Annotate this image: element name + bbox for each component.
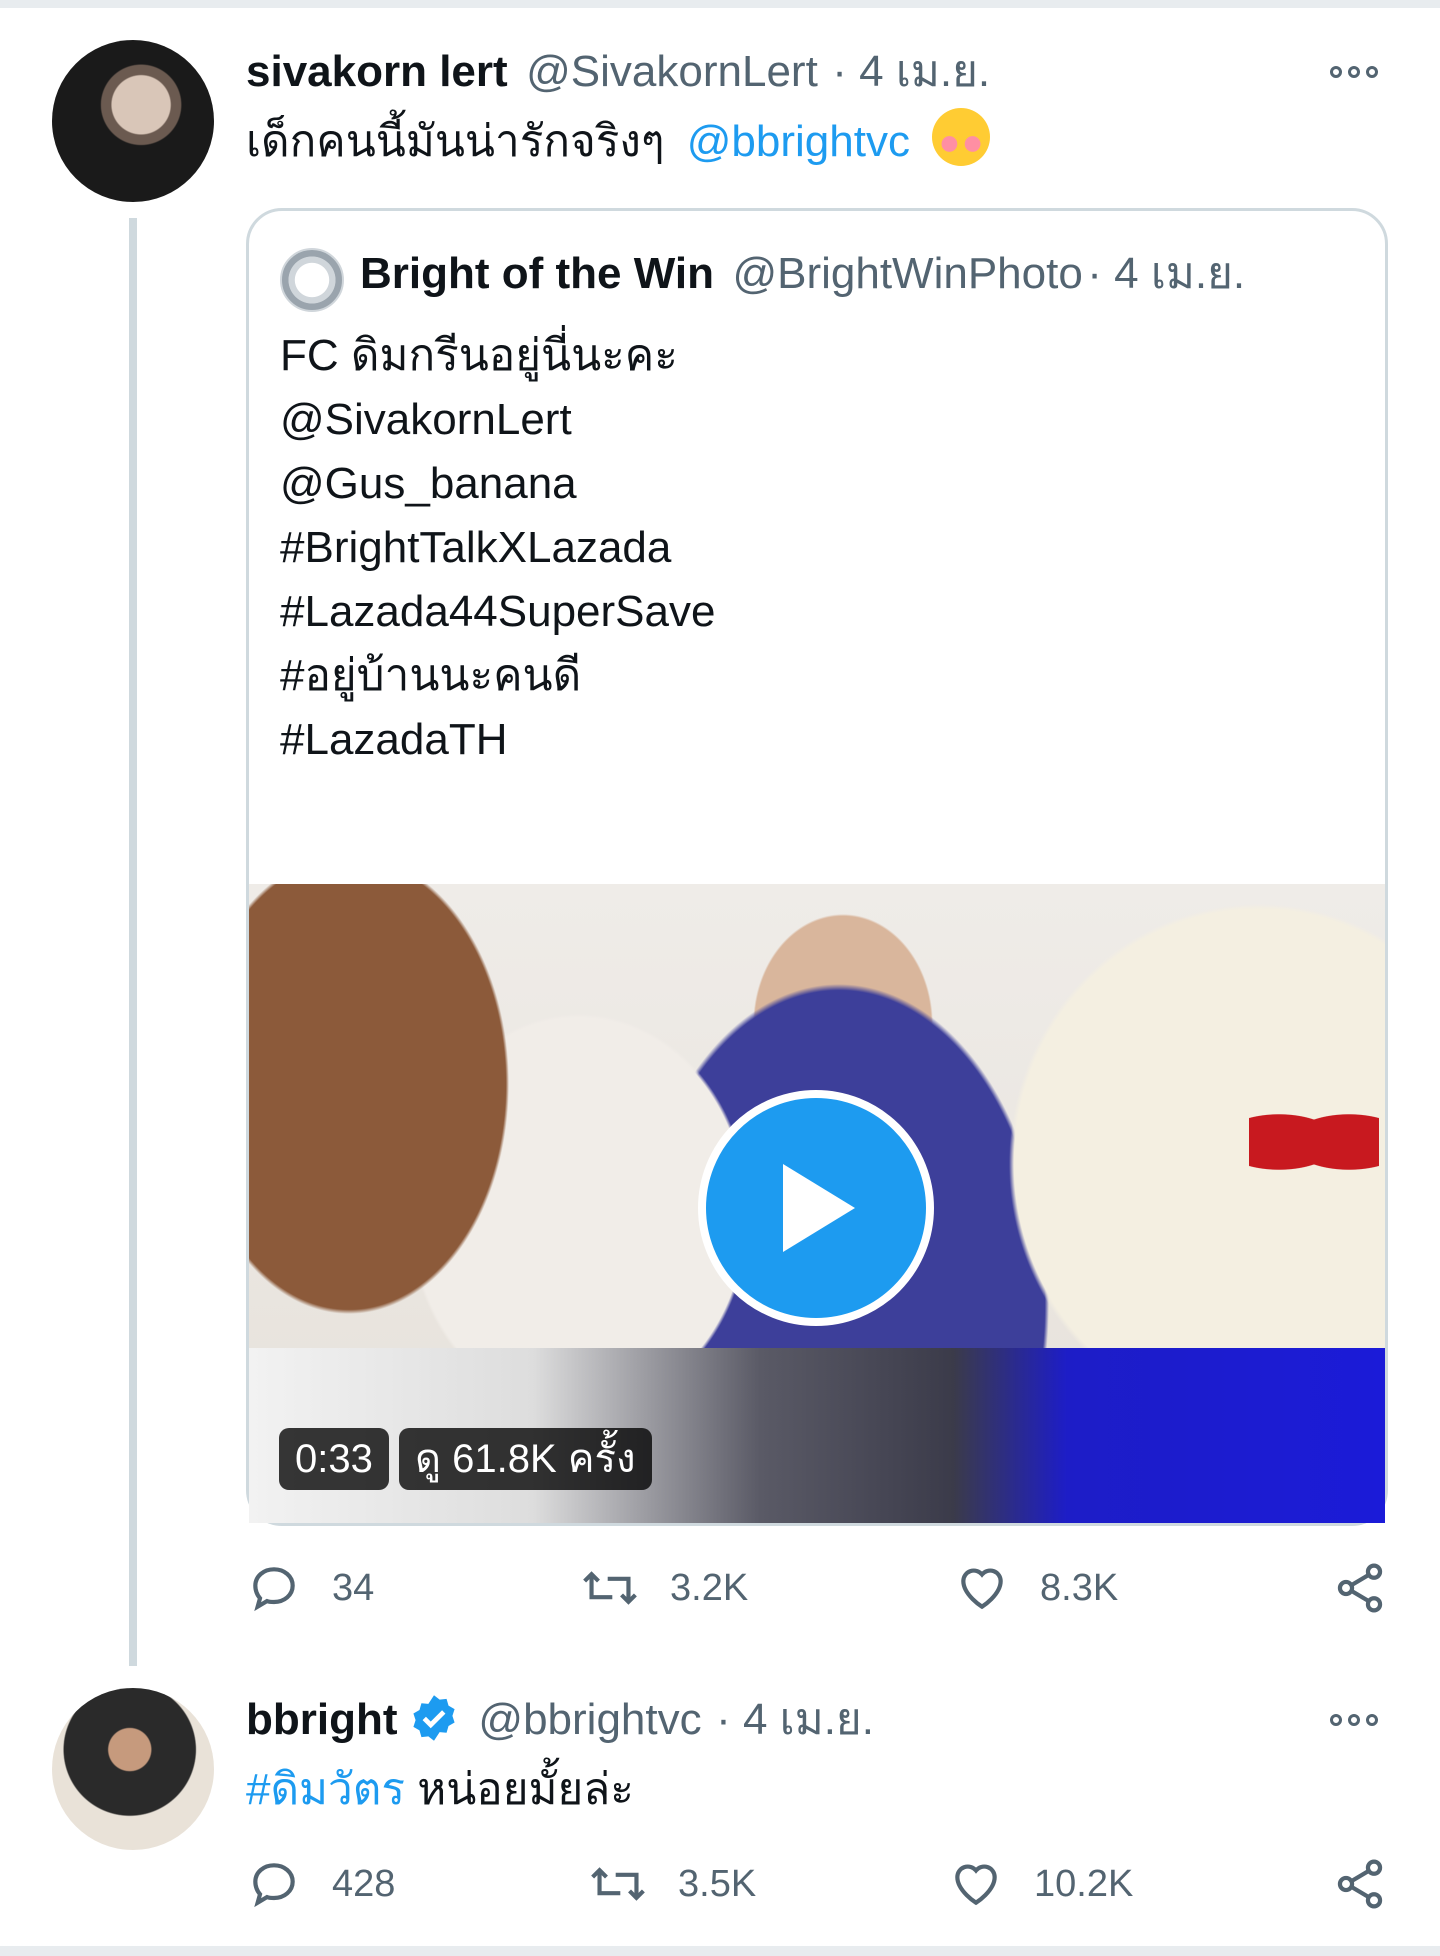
verified-badge-icon [408,1692,460,1744]
bottom-divider [0,1946,1440,1956]
tweet-header: bbright @bbrightvc · 4 เม.ย. [246,1692,874,1748]
hashtag-link[interactable]: #Lazada44SuperSave [280,580,715,644]
share-icon[interactable] [1332,1856,1388,1917]
mention-link[interactable]: @SivakornLert [280,388,715,452]
video-views: ดู 61.8K ครั้ง [399,1428,652,1490]
avatar[interactable] [52,40,214,202]
quoted-display-name[interactable]: Bright of the Win [360,249,714,298]
smiling-face-emoji [932,108,991,166]
reply-icon [253,1863,295,1908]
retweet-icon [583,1571,637,1605]
display-name[interactable]: bbright [246,1695,398,1744]
like-button[interactable]: 10.2K [948,1856,1133,1912]
video-player[interactable]: 0:33 ดู 61.8K ครั้ง [249,884,1385,1523]
display-name[interactable]: sivakorn lert [246,47,508,96]
retweet-button[interactable]: 3.5K [588,1856,756,1912]
reply-count: 34 [332,1566,375,1609]
mention-link[interactable]: @bbrightvc [687,117,910,166]
tweet-text: เด็กคนนี้มันน่ารักจริงๆ @bbrightvc [246,108,991,174]
reply-count: 428 [332,1862,396,1905]
handle[interactable]: @SivakornLert [526,47,818,96]
avatar[interactable] [52,1688,214,1850]
like-count: 10.2K [1034,1862,1134,1905]
tweet-header: sivakorn lert @SivakornLert · 4 เม.ย. [246,44,990,100]
mention-link[interactable]: @Gus_banana [280,452,715,516]
quoted-line: FC ดิมกรีนอยู่นี่นะคะ [280,331,678,380]
retweet-count: 3.5K [678,1862,757,1905]
share-icon[interactable] [1332,1560,1388,1621]
hashtag-link[interactable]: #อยู่บ้านนะคนดี [280,644,715,708]
top-divider [0,0,1440,8]
timestamp[interactable]: · 4 เม.ย. [832,47,990,96]
reply-icon [253,1567,295,1612]
quoted-text: FC ดิมกรีนอยู่นี่นะคะ @SivakornLert @Gus… [280,324,715,772]
thread-line [129,218,137,1666]
like-button[interactable]: 8.3K [954,1560,1118,1616]
hashtag-link[interactable]: #ดิมวัตร [246,1765,405,1814]
quoted-timestamp[interactable]: · 4 เม.ย. [1087,249,1245,298]
timestamp[interactable]: · 4 เม.ย. [716,1695,874,1744]
bow-decoration [1249,1112,1379,1172]
reply-button[interactable]: 34 [246,1560,374,1616]
more-options-icon[interactable] [1330,62,1386,82]
reply-button[interactable]: 428 [246,1856,395,1912]
tweet-text: #ดิมวัตร หน่อยมั้ยล่ะ [246,1765,634,1814]
retweet-count: 3.2K [670,1566,749,1609]
heart-icon [955,1864,997,1906]
handle[interactable]: @bbrightvc [478,1695,701,1744]
hashtag-link[interactable]: #BrightTalkXLazada [280,516,715,580]
quoted-avatar[interactable] [280,248,344,312]
more-options-icon[interactable] [1330,1710,1386,1730]
retweet-button[interactable]: 3.2K [580,1560,748,1616]
play-icon[interactable] [698,1090,934,1326]
quoted-handle[interactable]: @BrightWinPhoto [732,249,1082,298]
video-duration: 0:33 [279,1428,389,1490]
retweet-icon [591,1867,645,1901]
heart-icon [961,1568,1003,1610]
like-count: 8.3K [1040,1566,1119,1609]
quoted-header: Bright of the Win @BrightWinPhoto · 4 เม… [360,246,1245,302]
hashtag-link[interactable]: #LazadaTH [280,708,715,772]
